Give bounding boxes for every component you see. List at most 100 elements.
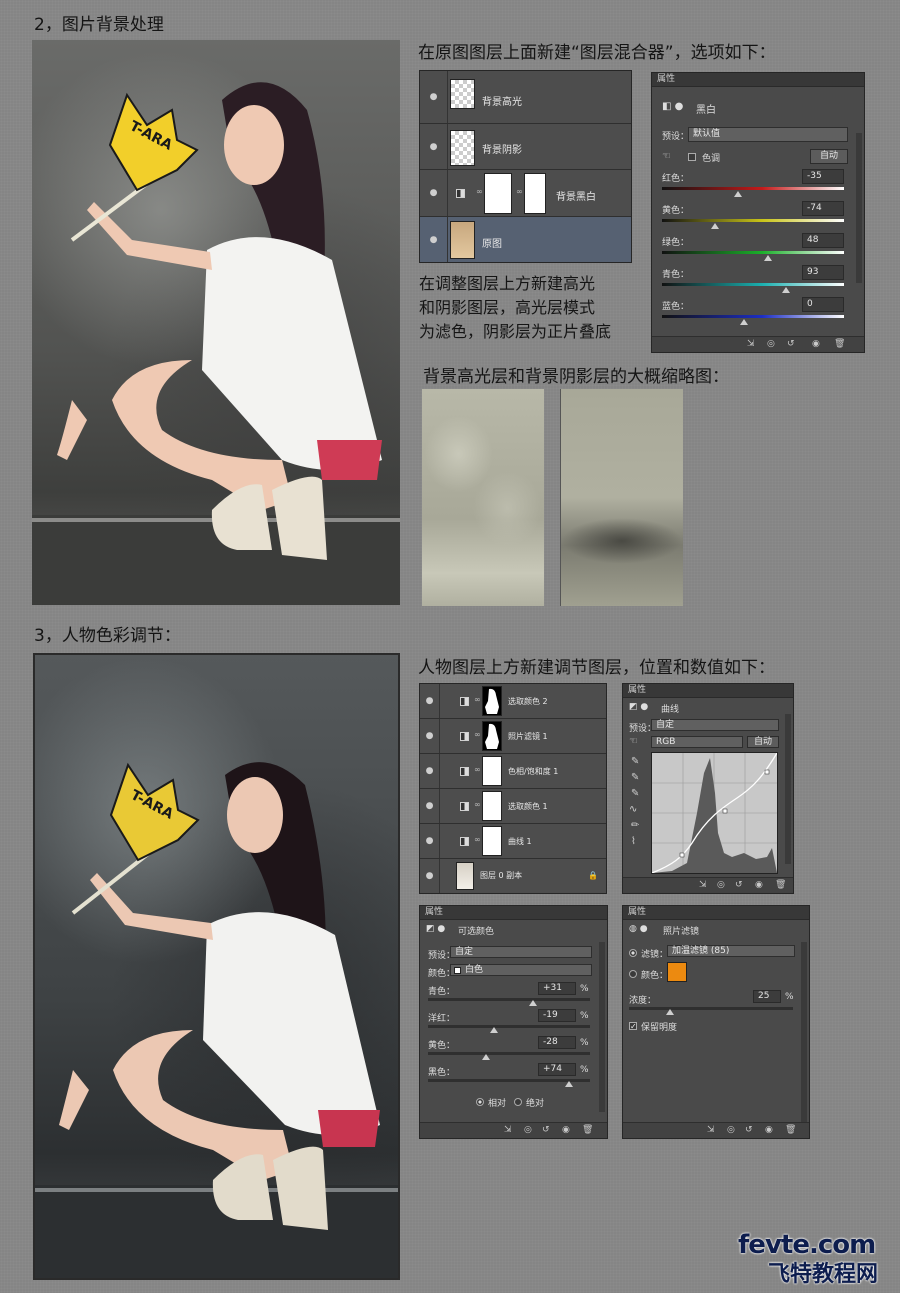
- eye-icon[interactable]: ●: [420, 824, 440, 858]
- visibility-icon[interactable]: ◉: [755, 880, 763, 890]
- eye-icon[interactable]: ●: [420, 684, 440, 718]
- layer-row[interactable]: ● ∞ ∞ 背景黑白: [420, 170, 631, 217]
- slider-value-input[interactable]: 93: [802, 265, 844, 280]
- density-input[interactable]: 25: [753, 990, 781, 1003]
- color-select[interactable]: 白色: [450, 964, 592, 976]
- slider-thumb[interactable]: [529, 1000, 538, 1006]
- channel-select[interactable]: RGB: [651, 736, 743, 748]
- slider-thumb[interactable]: [781, 287, 790, 293]
- slider-value-input[interactable]: -74: [802, 201, 844, 216]
- layer-row[interactable]: ● ∞ 色相/饱和度 1: [420, 754, 606, 789]
- clip-icon[interactable]: ⇲: [504, 1125, 512, 1135]
- visibility-icon[interactable]: ◉: [562, 1125, 570, 1135]
- eye-icon[interactable]: ●: [420, 719, 440, 753]
- layers-panel-section3[interactable]: ● ∞ 选取颜色 2 ● ∞ 照片滤镜 1 ● ∞ 色相/饱和度 1 ● ∞ 选取颜色 1 ● ∞ 曲线 1…: [419, 683, 607, 894]
- layer-row[interactable]: ● 图层 0 副本 🔒: [420, 859, 606, 893]
- preset-select[interactable]: 自定: [450, 946, 592, 958]
- visibility-icon[interactable]: ◉: [812, 339, 820, 349]
- eye-icon[interactable]: ●: [420, 170, 448, 216]
- slider-value-input[interactable]: -35: [802, 169, 844, 184]
- slider-thumb[interactable]: [739, 319, 748, 325]
- color-slider-track[interactable]: [662, 219, 844, 222]
- reset-icon[interactable]: ↺: [735, 880, 743, 890]
- lock-icon[interactable]: 🔒: [588, 871, 598, 880]
- slider-value-input[interactable]: 0: [802, 297, 844, 312]
- trash-icon[interactable]: 🗑: [582, 1125, 593, 1135]
- auto-button[interactable]: 自动: [747, 736, 779, 748]
- slider-thumb[interactable]: [710, 223, 719, 229]
- view-previous-icon[interactable]: ◎: [727, 1125, 735, 1135]
- eye-icon[interactable]: ●: [420, 124, 448, 169]
- bw-properties-panel[interactable]: 属性 ◧ ● 黑白 预设： 默认值 ☜ 色调 自动 ⇲ ◎ ↺ ◉ 🗑 红色： -…: [651, 72, 865, 353]
- curve-point-tool-icon[interactable]: ∿: [629, 804, 637, 815]
- filter-color-swatch[interactable]: [667, 962, 687, 982]
- eyedropper-white-icon[interactable]: ✎: [631, 788, 639, 799]
- color-slider-track[interactable]: [662, 315, 844, 318]
- layer-row-selected[interactable]: ● 原图: [420, 217, 631, 262]
- trash-icon[interactable]: 🗑: [785, 1125, 796, 1135]
- slider-track[interactable]: [428, 1025, 590, 1028]
- preserve-luminosity-checkbox[interactable]: ✓: [629, 1022, 637, 1031]
- curves-properties-panel[interactable]: 属性 ◩ ● 曲线 预设： 自定 ☜ RGB 自动 ✎ ✎ ✎ ∿ ✏ ⌇ ⇲ …: [622, 683, 794, 894]
- color-slider-track[interactable]: [662, 187, 844, 190]
- filter-select[interactable]: 加温滤镜 (85): [667, 945, 795, 957]
- hand-adjust-icon[interactable]: ☜: [662, 151, 671, 162]
- preset-select[interactable]: 默认值: [688, 127, 848, 142]
- photo-filter-panel[interactable]: 属性 ◍ ● 照片滤镜 滤镜： 加温滤镜 (85) 颜色： 浓度： 25 % ✓…: [622, 905, 810, 1139]
- layer-row[interactable]: ● 背景阴影: [420, 124, 631, 170]
- trash-icon[interactable]: 🗑: [834, 339, 845, 349]
- tint-checkbox[interactable]: [688, 153, 696, 161]
- scrollbar[interactable]: [801, 942, 807, 1122]
- layers-panel-section2[interactable]: ● 背景高光 ● 背景阴影 ● ∞ ∞ 背景黑白 ● 原图: [419, 70, 632, 263]
- curves-graph[interactable]: [651, 752, 778, 874]
- slider-track[interactable]: [428, 998, 590, 1001]
- layer-row[interactable]: ● ∞ 照片滤镜 1: [420, 719, 606, 754]
- color-slider-track[interactable]: [662, 251, 844, 254]
- trash-icon[interactable]: 🗑: [775, 880, 786, 890]
- slider-thumb[interactable]: [734, 191, 743, 197]
- clip-icon[interactable]: ⇲: [707, 1125, 715, 1135]
- eye-icon[interactable]: ●: [420, 217, 448, 262]
- slider-value-input[interactable]: -19: [538, 1009, 576, 1022]
- color-radio[interactable]: [629, 970, 637, 978]
- smooth-icon[interactable]: ⌇: [631, 836, 636, 847]
- clip-icon[interactable]: ⇲: [699, 880, 707, 890]
- visibility-icon[interactable]: ◉: [765, 1125, 773, 1135]
- slider-value-input[interactable]: -28: [538, 1036, 576, 1049]
- auto-button[interactable]: 自动: [810, 149, 848, 164]
- view-previous-icon[interactable]: ◎: [767, 339, 775, 349]
- eyedropper-gray-icon[interactable]: ✎: [631, 772, 639, 783]
- slider-value-input[interactable]: 48: [802, 233, 844, 248]
- slider-thumb[interactable]: [490, 1027, 499, 1033]
- panel-tab[interactable]: 属性: [623, 684, 793, 698]
- slider-thumb[interactable]: [564, 1081, 573, 1087]
- view-previous-icon[interactable]: ◎: [524, 1125, 532, 1135]
- panel-tab[interactable]: 属性: [652, 73, 864, 87]
- color-slider-track[interactable]: [662, 283, 844, 286]
- view-previous-icon[interactable]: ◎: [717, 880, 725, 890]
- slider-track[interactable]: [428, 1052, 590, 1055]
- scrollbar[interactable]: [599, 942, 605, 1112]
- reset-icon[interactable]: ↺: [787, 339, 795, 349]
- pencil-icon[interactable]: ✏: [631, 820, 639, 831]
- layer-row[interactable]: ● 背景高光: [420, 71, 631, 124]
- eye-icon[interactable]: ●: [420, 859, 440, 893]
- hand-adjust-icon[interactable]: ☜: [629, 736, 638, 747]
- eye-icon[interactable]: ●: [420, 789, 440, 823]
- panel-tab[interactable]: 属性: [420, 906, 607, 920]
- eye-icon[interactable]: ●: [420, 754, 440, 788]
- reset-icon[interactable]: ↺: [745, 1125, 753, 1135]
- reset-icon[interactable]: ↺: [542, 1125, 550, 1135]
- slider-value-input[interactable]: +74: [538, 1063, 576, 1076]
- slider-value-input[interactable]: +31: [538, 982, 576, 995]
- eyedropper-black-icon[interactable]: ✎: [631, 756, 639, 767]
- layer-row[interactable]: ● ∞ 选取颜色 1: [420, 789, 606, 824]
- panel-tab[interactable]: 属性: [623, 906, 809, 920]
- preset-select[interactable]: 自定: [651, 719, 779, 731]
- slider-thumb[interactable]: [482, 1054, 491, 1060]
- filter-radio[interactable]: [629, 949, 637, 957]
- layer-row[interactable]: ● ∞ 曲线 1: [420, 824, 606, 859]
- eye-icon[interactable]: ●: [420, 71, 448, 123]
- slider-thumb[interactable]: [763, 255, 772, 261]
- absolute-radio[interactable]: [514, 1098, 522, 1106]
